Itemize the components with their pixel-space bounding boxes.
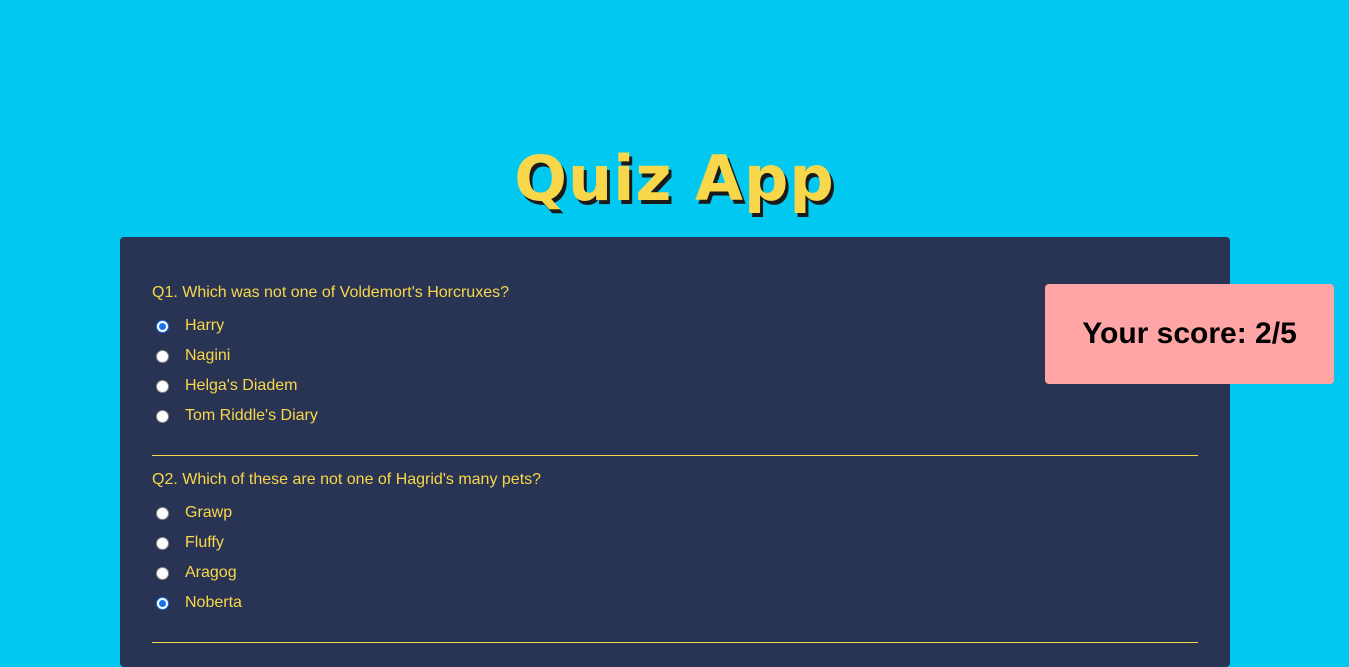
question-divider <box>152 642 1198 643</box>
option-label[interactable]: Harry <box>185 317 224 335</box>
option-label[interactable]: Tom Riddle's Diary <box>185 407 318 425</box>
option-noberta[interactable]: Noberta <box>152 588 1198 618</box>
option-label[interactable]: Grawp <box>185 504 232 522</box>
radio-button[interactable] <box>156 379 169 393</box>
radio-button[interactable] <box>156 566 169 580</box>
option-nagini[interactable]: Nagini <box>152 341 1198 371</box>
option-helgas-diadem[interactable]: Helga's Diadem <box>152 371 1198 401</box>
question-text: Q1. Which was not one of Voldemort's Hor… <box>152 284 509 301</box>
question-text: Q2. Which of these are not one of Hagrid… <box>152 471 542 488</box>
question-2: Q2. Which of these are not one of Hagrid… <box>152 471 1198 618</box>
radio-button[interactable] <box>156 536 169 550</box>
option-harry[interactable]: Harry <box>152 311 1198 341</box>
radio-button[interactable] <box>156 349 169 363</box>
radio-button[interactable] <box>156 409 169 423</box>
radio-button-selected[interactable] <box>156 319 169 333</box>
radio-button-selected[interactable] <box>156 596 169 610</box>
option-label[interactable]: Nagini <box>185 347 230 365</box>
question-divider <box>152 455 1198 456</box>
option-label[interactable]: Noberta <box>185 594 242 612</box>
radio-button[interactable] <box>156 506 169 520</box>
option-label[interactable]: Aragog <box>185 564 237 582</box>
option-aragog[interactable]: Aragog <box>152 558 1198 588</box>
option-fluffy[interactable]: Fluffy <box>152 528 1198 558</box>
score-label: Your score: 2/5 <box>1082 317 1297 350</box>
page-title: Quiz App <box>514 142 835 215</box>
question-1: Q1. Which was not one of Voldemort's Hor… <box>152 284 1198 431</box>
option-tom-riddles-diary[interactable]: Tom Riddle's Diary <box>152 401 1198 431</box>
option-label[interactable]: Helga's Diadem <box>185 377 297 395</box>
option-grawp[interactable]: Grawp <box>152 498 1198 528</box>
option-label[interactable]: Fluffy <box>185 534 224 552</box>
score-popup: Your score: 2/5 <box>1045 284 1334 384</box>
